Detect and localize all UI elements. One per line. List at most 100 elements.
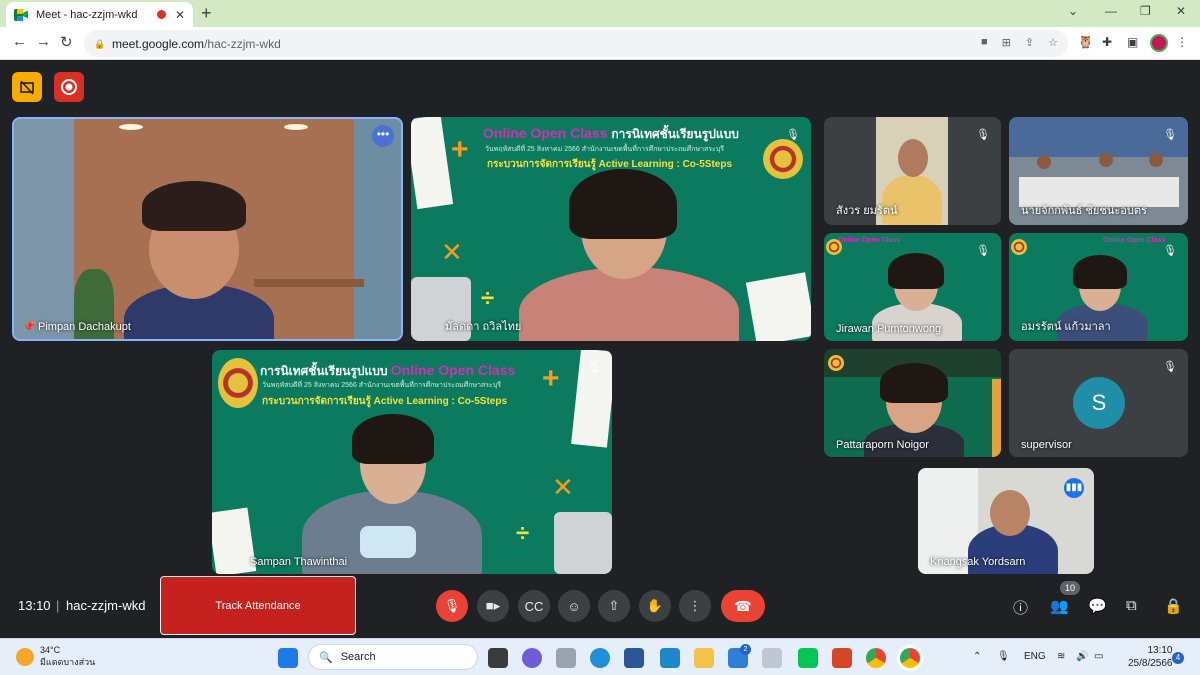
word-app-icon[interactable] [624, 648, 644, 668]
extensions-puzzle-icon[interactable]: ✚ [1102, 35, 1112, 49]
participant-tile[interactable]: S 🎙 supervisor [1009, 349, 1188, 457]
wifi-icon[interactable]: ≋ [1057, 651, 1065, 662]
input-language[interactable]: ENG [1024, 651, 1046, 662]
side-panel-icon[interactable]: ▣ [1127, 35, 1138, 49]
participant-tile[interactable]: ▮▮▮ Kriangsak Yordsarn [918, 468, 1094, 574]
mic-off-icon: 🎙 [443, 598, 461, 613]
back-arrow-icon[interactable]: ← [12, 33, 27, 50]
participant-hair [888, 253, 944, 289]
more-options-button[interactable]: ⋮ [679, 590, 711, 622]
times-symbol: ✕ [441, 237, 463, 267]
camera-permission-icon[interactable]: ■ [981, 36, 988, 49]
mic-muted-icon: 🎙 [1163, 245, 1177, 257]
taskbar-search-box[interactable]: 🔍 Search [308, 644, 478, 670]
meeting-separator: | [56, 598, 60, 613]
profile-avatar[interactable] [1150, 34, 1168, 52]
participant-tile[interactable]: Online Open Class 🎙 Jirawan Pumtonwong [824, 233, 1001, 341]
captions-icon: CC [524, 598, 544, 614]
participant-face [990, 490, 1030, 536]
share-icon[interactable]: ⇪ [1025, 36, 1034, 49]
participant-name: นายจักกพันธ์ ชัยชนะอบตร [1021, 205, 1147, 217]
participant-tile[interactable]: การนิเทศชั้นเรียนรูปแบบ Online Open Clas… [212, 350, 612, 574]
restore-icon[interactable]: ❐ [1140, 4, 1151, 18]
host-controls-icon[interactable]: 🔒 [1164, 597, 1183, 615]
taskbar-clock[interactable]: 13:10 25/8/2566 [1128, 644, 1173, 670]
browser-tabstrip: Meet - hac-zzjm-wkd ✕ + ⌄ — ❐ ✕ [0, 0, 1200, 27]
raise-hand-button[interactable]: ✋ [639, 590, 671, 622]
present-button[interactable]: ⇧ [598, 590, 630, 622]
mic-muted-icon: 🎙 [1163, 129, 1177, 141]
clock-time: 13:10 [1147, 645, 1173, 656]
search-icon: 🔍 [319, 651, 333, 664]
browser-menu-icon[interactable]: ⋮ [1176, 35, 1188, 49]
snipping-tool-icon[interactable] [762, 648, 782, 668]
chrome-active-icon[interactable] [900, 648, 920, 668]
participant-hair [880, 363, 948, 403]
windows-taskbar: 34°C มีแดดบางส่วน 🔍 Search 2 ⌃ 🎙 ENG ≋ 🔊… [0, 638, 1200, 675]
participant-name: supervisor [1021, 439, 1072, 451]
people-icon[interactable]: 👥 [1050, 597, 1069, 615]
show-hidden-icons-icon[interactable]: ⌃ [973, 651, 981, 662]
minimize-icon[interactable]: — [1105, 4, 1117, 18]
camera-icon: ■▸ [485, 598, 501, 613]
browser-tab-meet[interactable]: Meet - hac-zzjm-wkd ✕ [6, 2, 193, 27]
meeting-info-icon[interactable]: ⓘ [1013, 597, 1028, 618]
track-attendance-button[interactable]: Track Attendance [160, 576, 356, 635]
mic-muted-icon: 🎙 [976, 129, 990, 141]
plus-symbol: + [451, 133, 469, 166]
participant-tile[interactable]: Online Open Class การนิเทศชั้นเรียนรูปแบ… [411, 117, 811, 341]
tab-search-chevron-icon[interactable]: ⌄ [1068, 4, 1078, 18]
tile-options-button[interactable]: ••• [372, 125, 394, 147]
chat-app-icon[interactable] [522, 648, 542, 668]
participant-tile[interactable]: ••• 📌 Pimpan Dachakupt [12, 117, 403, 341]
microphone-tray-icon[interactable]: 🎙 [997, 651, 1010, 662]
slide-title-thai: การนิเทศชั้นเรียนรูปแบบ [260, 364, 388, 378]
tab-close-button[interactable]: ✕ [175, 8, 185, 22]
participant-name: Pattaraporn Noigor [836, 439, 929, 451]
mic-muted-icon: 🎙 [1163, 361, 1177, 373]
activities-icon[interactable]: ⧉ [1126, 597, 1137, 614]
plus-symbol: + [542, 362, 560, 395]
reload-icon[interactable]: ↻ [60, 33, 73, 51]
google-meet-icon [14, 8, 28, 21]
participant-count-badge: 10 [1060, 581, 1080, 595]
volume-icon[interactable]: 🔊 [1076, 651, 1088, 662]
chat-icon[interactable]: 💬 [1088, 597, 1107, 615]
file-explorer-icon[interactable] [694, 648, 714, 668]
address-bar[interactable]: 🔒 meet.google.com/hac-zzjm-wkd ■ ⊞ ⇪ ☆ [84, 30, 1068, 57]
phone-hangup-icon: ☎ [734, 597, 752, 614]
participant-avatar: S [1073, 377, 1125, 429]
new-tab-button[interactable]: + [201, 3, 212, 24]
speaking-indicator-icon: ▮▮▮ [1064, 478, 1084, 498]
app-l-icon[interactable] [660, 648, 680, 668]
leave-call-button[interactable]: ☎ [721, 590, 765, 622]
reactions-button[interactable]: ☺ [558, 590, 590, 622]
powerpoint-app-icon[interactable] [832, 648, 852, 668]
bookmark-star-icon[interactable]: ☆ [1048, 36, 1058, 49]
captions-button[interactable]: CC [518, 590, 550, 622]
mic-toggle-button[interactable]: 🎙 [436, 590, 468, 622]
close-window-icon[interactable]: ✕ [1176, 4, 1186, 18]
chrome-icon[interactable] [866, 648, 886, 668]
participant-tile[interactable]: Online Open Class 🎙 อมรรัตน์ แก้วมาลา [1009, 233, 1188, 341]
camera-toggle-button[interactable]: ■▸ [477, 590, 509, 622]
forward-arrow-icon[interactable]: → [36, 33, 51, 50]
battery-icon[interactable]: ▭ [1094, 651, 1103, 662]
extension-owl-icon[interactable]: 🦉 [1078, 35, 1093, 49]
task-view-icon[interactable] [488, 648, 508, 668]
windows-start-icon[interactable] [278, 648, 298, 668]
participant-tile[interactable]: 🎙 นายจักกพันธ์ ชัยชนะอบตร [1009, 117, 1188, 225]
pin-icon: 📌 [22, 321, 36, 333]
translate-icon[interactable]: ⊞ [1002, 36, 1011, 49]
photos-app-icon[interactable] [556, 648, 576, 668]
edge-browser-icon[interactable] [590, 648, 610, 668]
participant-tile[interactable]: Pattaraporn Noigor [824, 349, 1001, 457]
participant-tile[interactable]: 🎙 สังวร ยมรัตน์ [824, 117, 1001, 225]
captions-off-button[interactable] [12, 72, 42, 102]
slide-title-thai: การนิเทศชั้นเรียนรูปแบบ [611, 127, 739, 141]
line-app-icon[interactable] [798, 648, 818, 668]
participant-hair [1073, 255, 1127, 289]
notification-badge[interactable]: 4 [1172, 652, 1184, 664]
present-screen-icon: ⇧ [608, 598, 620, 613]
recording-indicator-button[interactable] [54, 72, 84, 102]
